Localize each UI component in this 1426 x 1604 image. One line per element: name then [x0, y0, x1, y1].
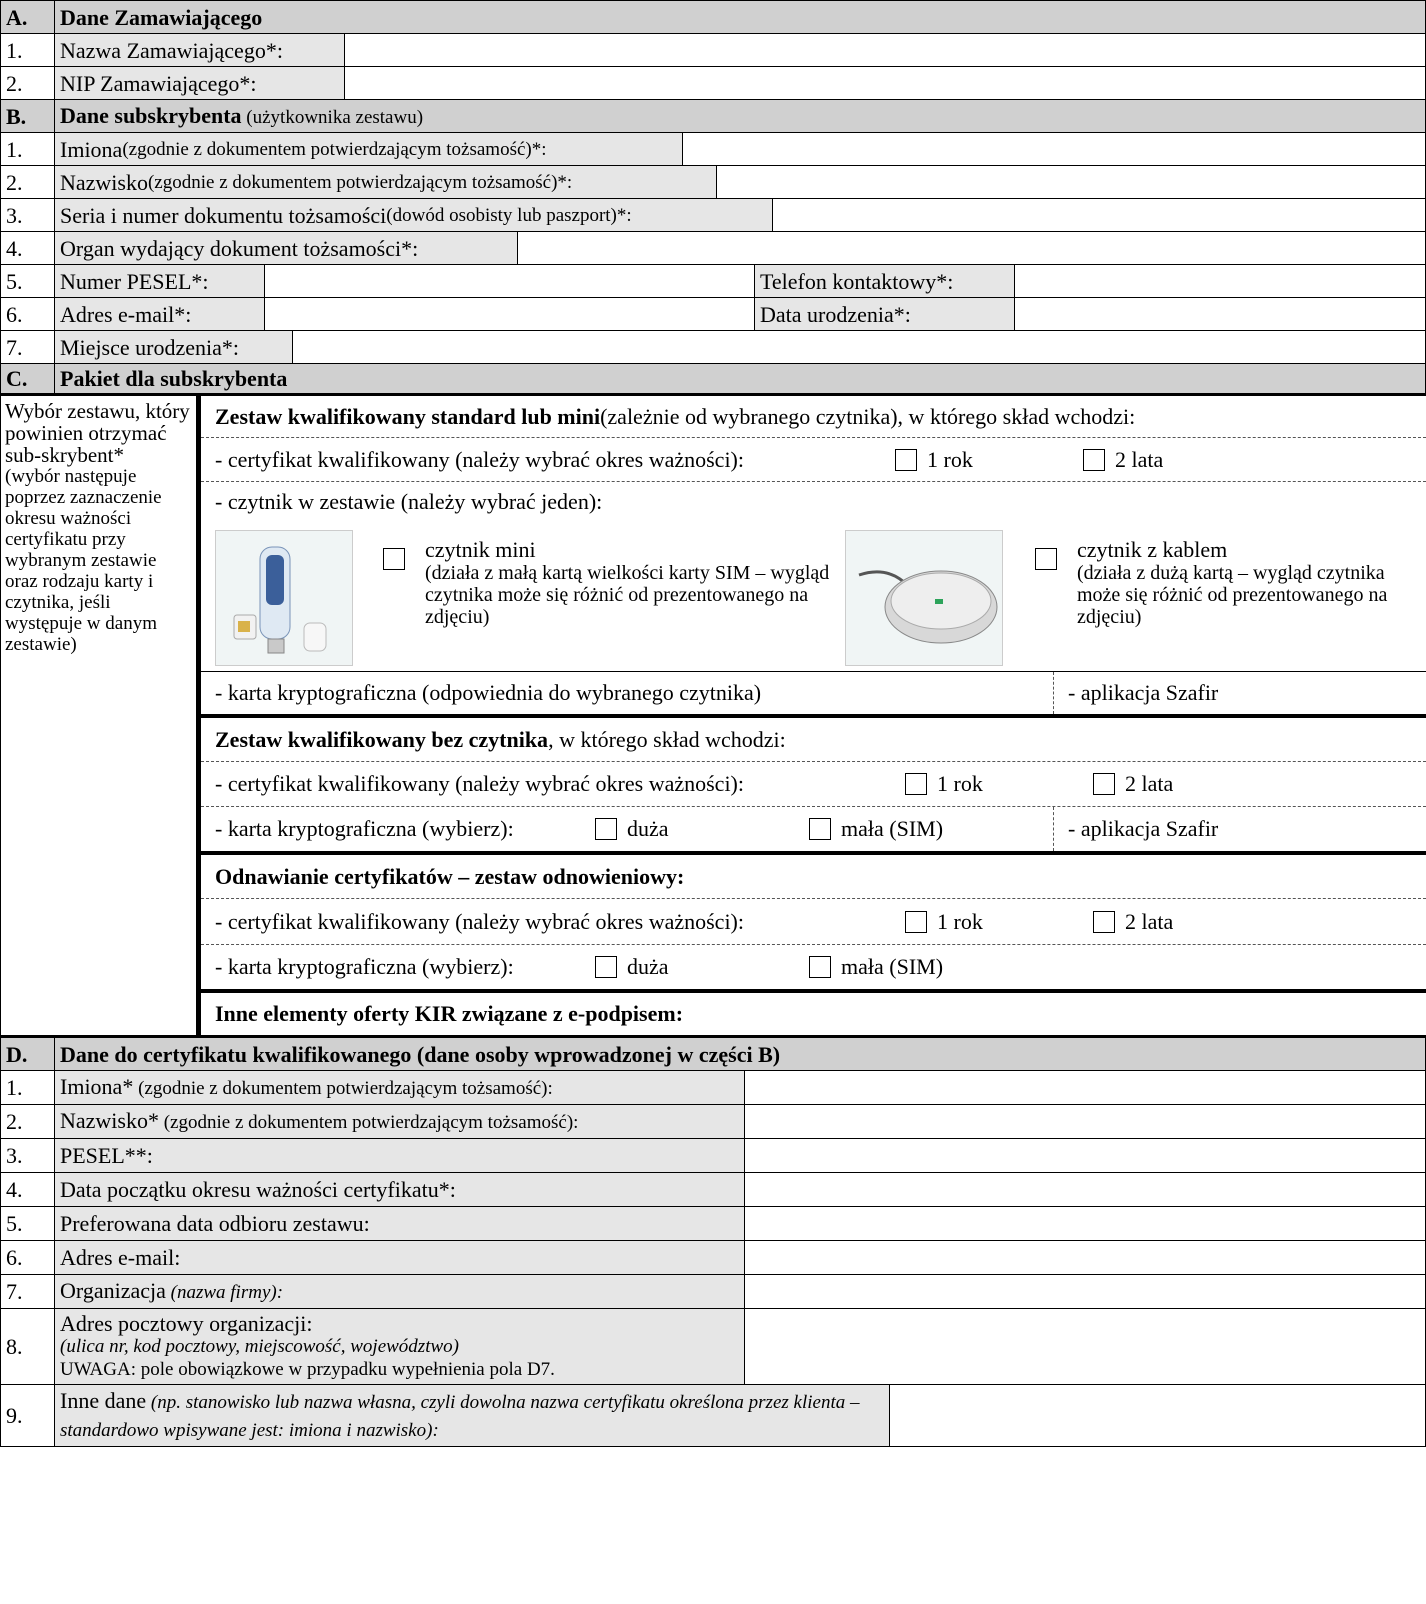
field-label: Inne dane (np. stanowisko lub nazwa włas… — [54, 1384, 890, 1447]
section-letter: B. — [0, 99, 55, 133]
field-label: Adres e-mail: — [54, 1240, 745, 1275]
org-address-input[interactable] — [744, 1308, 1426, 1385]
field-label: Preferowana data odbioru zestawu: — [54, 1206, 745, 1241]
section-b: B. Dane subskrybenta (użytkownika zestaw… — [0, 99, 1426, 394]
row-num: 1. — [0, 132, 55, 166]
mini-reader-image — [215, 530, 353, 666]
field-label: Data początku okresu ważności certyfikat… — [54, 1172, 745, 1207]
checkbox-reader-mini[interactable] — [383, 548, 405, 570]
checkbox-renewal-1year[interactable] — [905, 910, 927, 933]
row-num: 4. — [0, 1172, 55, 1207]
order-form: A. Dane Zamawiającego 1. Nazwa Zamawiają… — [0, 0, 1426, 1604]
field-label: Imiona (zgodnie z dokumentem potwierdzaj… — [55, 133, 683, 165]
cert-pesel-input[interactable] — [744, 1138, 1426, 1173]
row-num: 4. — [0, 231, 55, 265]
id-document-input[interactable] — [773, 199, 1425, 231]
row-num: 7. — [0, 330, 55, 364]
cable-reader-image — [845, 530, 1003, 666]
row-num: 5. — [0, 1206, 55, 1241]
checkbox-renewal-large-card[interactable] — [595, 956, 617, 978]
field-label: Telefon kontaktowy*: — [754, 264, 1015, 298]
orderer-nip-input[interactable] — [344, 66, 1426, 100]
set-choice-description: Wybór zestawu, który powinien otrzymać s… — [0, 396, 197, 1035]
field-label: NIP Zamawiającego*: — [54, 66, 345, 100]
section-title: Dane Zamawiającego — [54, 0, 1426, 34]
row-num: 1. — [0, 33, 55, 67]
row-num: 2. — [0, 1104, 55, 1139]
checkbox-renewal-2years[interactable] — [1093, 910, 1115, 933]
field-label: Adres e-mail*: — [54, 297, 265, 331]
row-num: 1. — [0, 1070, 55, 1105]
checkbox-set1-2years[interactable] — [1083, 448, 1105, 471]
field-label: Nazwisko (zgodnie z dokumentem potwierdz… — [55, 166, 717, 198]
section-letter: D. — [0, 1035, 55, 1071]
checkbox-set1-1year[interactable] — [895, 448, 917, 471]
checkbox-renewal-sim-card[interactable] — [809, 956, 831, 978]
section-letter: C. — [0, 363, 55, 394]
cert-email-input[interactable] — [744, 1240, 1426, 1275]
pickup-date-input[interactable] — [744, 1206, 1426, 1241]
checkbox-set2-large-card[interactable] — [595, 818, 617, 840]
field-label: Organ wydający dokument tożsamości*: — [55, 232, 518, 264]
checkbox-set2-1year[interactable] — [905, 773, 927, 795]
row-num: 2. — [0, 165, 55, 199]
birth-date-input[interactable] — [1014, 297, 1426, 331]
cert-first-names-input[interactable] — [744, 1070, 1426, 1105]
field-label: Numer PESEL*: — [54, 264, 265, 298]
row-num: 9. — [0, 1384, 55, 1447]
field-label: Data urodzenia*: — [754, 297, 1015, 331]
checkbox-reader-cable[interactable] — [1035, 548, 1057, 570]
field-label: Seria i numer dokumentu tożsamości (dowó… — [55, 199, 773, 231]
field-label: Nazwa Zamawiającego*: — [54, 33, 345, 67]
orderer-name-input[interactable] — [344, 33, 1426, 67]
row-num: 6. — [0, 1240, 55, 1275]
email-input[interactable] — [264, 297, 755, 331]
checkbox-set2-2years[interactable] — [1093, 773, 1115, 795]
row-num: 5. — [0, 264, 55, 298]
field-label: Imiona* (zgodnie z dokumentem potwierdza… — [54, 1070, 745, 1105]
issuing-authority-input[interactable] — [518, 232, 1425, 264]
row-num: 3. — [0, 1138, 55, 1173]
field-label: PESEL**: — [54, 1138, 745, 1173]
section-title: Dane do certyfikatu kwalifikowanego (dan… — [54, 1035, 1426, 1071]
row-num: 3. — [0, 198, 55, 232]
phone-input[interactable] — [1014, 264, 1426, 298]
row-num: 6. — [0, 297, 55, 331]
organization-input[interactable] — [744, 1274, 1426, 1309]
field-label: Miejsce urodzenia*: — [55, 331, 293, 363]
section-letter: A. — [0, 0, 55, 34]
section-title: Pakiet dla subskrybenta — [54, 363, 1426, 394]
section-title: Dane subskrybenta (użytkownika zestawu) — [54, 99, 1426, 133]
first-names-input[interactable] — [683, 133, 1425, 165]
field-label: Organizacja (nazwa firmy): — [54, 1274, 745, 1309]
section-a: A. Dane Zamawiającego 1. Nazwa Zamawiają… — [0, 0, 1426, 100]
field-label: Nazwisko* (zgodnie z dokumentem potwierd… — [54, 1104, 745, 1139]
section-c: Wybór zestawu, który powinien otrzymać s… — [0, 393, 1426, 1036]
birth-place-input[interactable] — [293, 331, 1425, 363]
checkbox-set2-sim-card[interactable] — [809, 818, 831, 840]
row-num: 8. — [0, 1308, 55, 1385]
row-num: 2. — [0, 66, 55, 100]
section-d: D. Dane do certyfikatu kwalifikowanego (… — [0, 1035, 1426, 1447]
field-label: Adres pocztowy organizacji: (ulica nr, k… — [54, 1308, 745, 1385]
other-data-input[interactable] — [889, 1384, 1426, 1447]
pesel-input[interactable] — [264, 264, 755, 298]
row-num: 7. — [0, 1274, 55, 1309]
surname-input[interactable] — [717, 166, 1425, 198]
cert-surname-input[interactable] — [744, 1104, 1426, 1139]
cert-start-date-input[interactable] — [744, 1172, 1426, 1207]
